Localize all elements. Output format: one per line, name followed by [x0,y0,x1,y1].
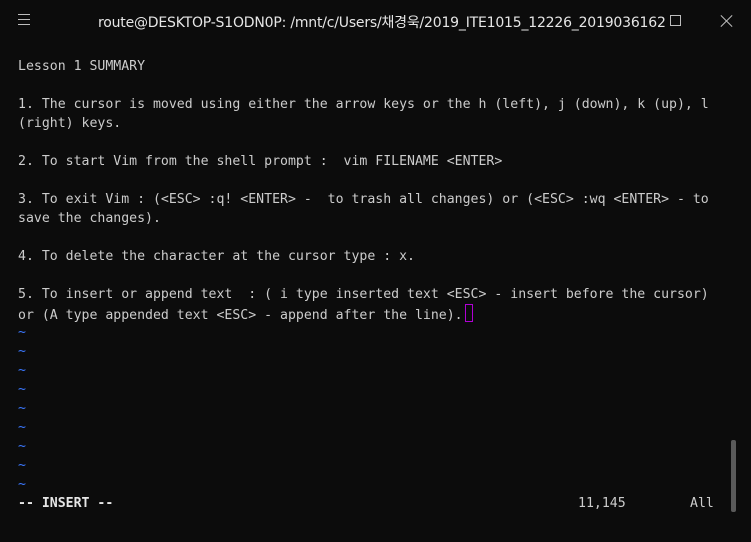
text-line: save the changes). [18,211,161,226]
text-line: 3. To exit Vim : (<ESC> :q! <ENTER> - to… [18,192,709,207]
window-title: route@DESKTOP-S1ODN0P: /mnt/c/Users/채경욱/… [98,15,666,31]
text-line [18,133,728,152]
empty-line-marker: ~ [18,420,26,435]
current-line-text: or (A type appended text <ESC> - append … [18,308,463,323]
empty-line-marker: ~ [18,382,26,397]
close-icon[interactable] [718,12,736,30]
text-line: 4. To delete the character at the cursor… [18,249,415,264]
empty-line-marker: ~ [18,477,26,492]
text-line: 2. To start Vim from the shell prompt : … [18,154,503,169]
scrollbar-thumb[interactable] [731,440,736,512]
empty-line-marker: ~ [18,363,26,378]
text-line: 5. To insert or append text : ( i type i… [18,287,709,302]
vim-status-line: -- INSERT -- 11,145 All [18,494,718,513]
cursor-position: 11,145 [578,496,626,511]
vim-text-area[interactable]: Lesson 1 SUMMARY 1. The cursor is moved … [18,57,728,494]
empty-line-marker: ~ [18,401,26,416]
text-line: Lesson 1 SUMMARY [18,59,146,74]
empty-line-marker: ~ [18,325,26,340]
empty-line-marker: ~ [18,458,26,473]
maximize-icon[interactable] [670,15,681,26]
scroll-indicator: All [690,496,714,511]
empty-line-marker: ~ [18,439,26,454]
text-line [18,228,728,247]
text-line-current: or (A type appended text <ESC> - append … [18,304,728,323]
text-cursor [464,304,473,322]
mode-indicator: -- INSERT -- [18,496,114,511]
text-line: (right) keys. [18,116,122,131]
hamburger-menu-icon[interactable] [18,14,30,26]
text-line: 1. The cursor is moved using either the … [18,97,709,112]
title-bar: route@DESKTOP-S1ODN0P: /mnt/c/Users/채경욱/… [0,0,751,44]
text-line [18,266,728,285]
text-line [18,76,728,95]
empty-line-marker: ~ [18,344,26,359]
text-line [18,171,728,190]
